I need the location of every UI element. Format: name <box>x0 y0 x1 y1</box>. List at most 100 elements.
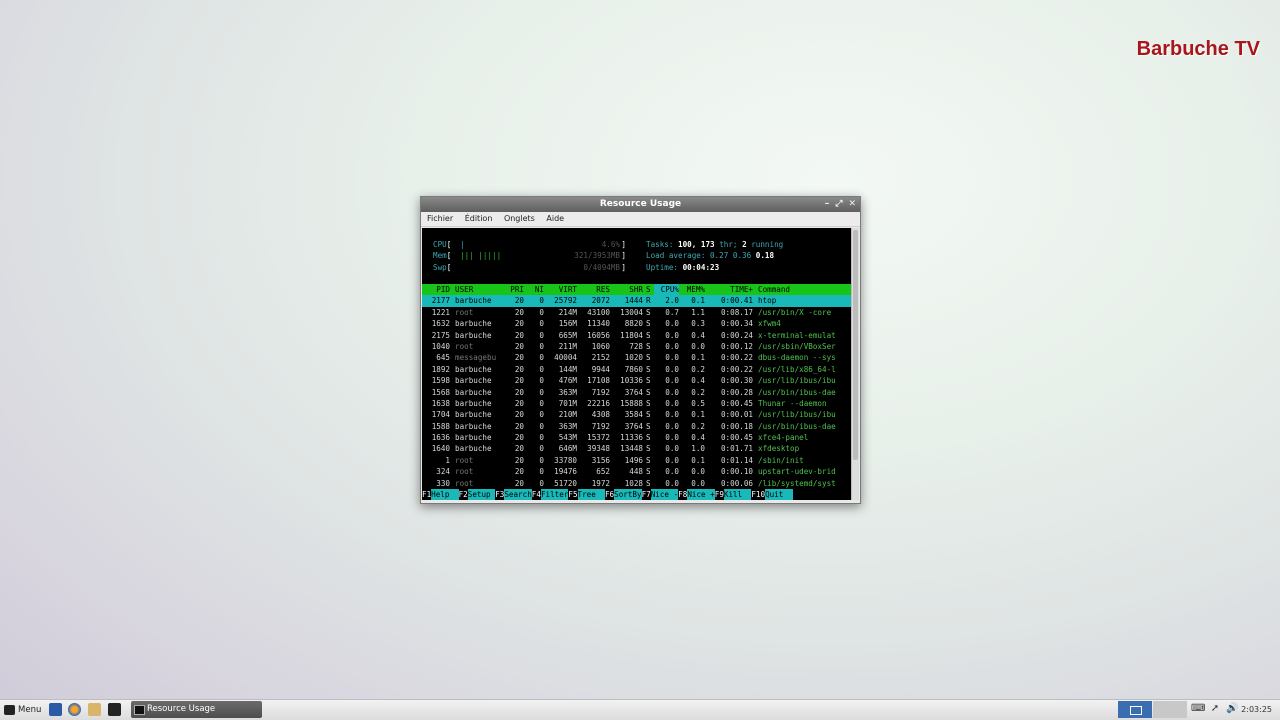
fkey-f1[interactable]: F1 Help <box>422 489 459 500</box>
cell-time: 0:00.12 <box>720 341 753 351</box>
load-label: Load average: <box>646 251 706 261</box>
cell-mem: 0.0 <box>691 467 705 477</box>
menu-icon <box>4 705 15 715</box>
cell-mem: 0.3 <box>691 319 705 329</box>
start-menu-label: Menu <box>18 705 42 715</box>
cell-res: 16056 <box>587 330 610 340</box>
cell-time: 0:00.10 <box>720 467 753 477</box>
terminal-area[interactable]: CPU[ | 4.6% ] Mem[ ||| ||||| 321/3953MB … <box>422 228 851 500</box>
minimize-icon[interactable]: – <box>825 197 830 212</box>
column-header-pri[interactable]: PRI <box>502 284 524 295</box>
cell-pid: 645 <box>436 353 450 363</box>
keyboard-icon[interactable]: ⌨ <box>1191 703 1205 715</box>
mem-meter-value: 321/3953MB <box>574 251 620 261</box>
menu-aide[interactable]: Aide <box>546 214 564 223</box>
process-row[interactable]: 2175 barbuche 20 0 665M 16056 11804 S 0.0 0.4 0:00… <box>422 330 851 341</box>
files-launcher-icon[interactable] <box>88 703 101 716</box>
column-header-time[interactable]: TIME+ <box>707 284 753 295</box>
terminal-launcher-icon[interactable] <box>108 703 121 716</box>
process-row[interactable]: 1568 barbuche 20 0 363M 7192 3764 S 0.0 0.2 0:00.2… <box>422 387 851 398</box>
cell-state: S <box>646 444 651 454</box>
fkey-f3[interactable]: F3 Search <box>495 489 532 500</box>
process-row[interactable]: 1221 root 20 0 214M 43100 13004 S 0.7 1.1 0:08.17/… <box>422 307 851 318</box>
close-icon[interactable]: ✕ <box>848 197 856 212</box>
cell-pid: 1 <box>445 455 450 465</box>
network-icon[interactable]: ➚ <box>1209 703 1221 715</box>
maximize-icon[interactable]: ⤢ <box>835 197 842 212</box>
process-row[interactable]: 1040 root 20 0 211M 1060 728 S 0.0 0.0 0:00.12/usr… <box>422 341 851 352</box>
column-header-mem[interactable]: MEM% <box>680 284 705 295</box>
cell-mem: 0.5 <box>691 398 705 408</box>
fkey-f7[interactable]: F7 Nice - <box>642 489 679 500</box>
column-header-state[interactable]: S <box>646 284 654 295</box>
column-header-res[interactable]: RES <box>577 284 610 295</box>
menu-edition[interactable]: Édition <box>465 214 493 223</box>
process-row[interactable]: 1632 barbuche 20 0 156M 11340 8820 S 0.0 0.3 0:00.… <box>422 318 851 329</box>
menu-fichier[interactable]: Fichier <box>427 214 453 223</box>
cell-shr: 1496 <box>624 455 643 465</box>
clock[interactable]: 2:03:25 <box>1241 700 1272 720</box>
column-header-pid[interactable]: PID <box>422 284 450 295</box>
window-titlebar[interactable]: Resource Usage – ⤢ ✕ <box>421 197 860 212</box>
fkey-f8[interactable]: F8 Nice + <box>678 489 715 500</box>
scrollbar-thumb[interactable] <box>853 230 858 460</box>
process-row[interactable]: 1704 barbuche 20 0 210M 4308 3584 S 0.0 0.1 0:00.0… <box>422 409 851 420</box>
process-row[interactable]: 2177 barbuche 20 0 25792 2072 1444 R 2.0 0.1 0:00.… <box>422 295 851 307</box>
start-menu-button[interactable]: Menu <box>2 702 41 718</box>
fkey-f10[interactable]: F10 Quit <box>751 489 793 500</box>
process-row[interactable]: 1638 barbuche 20 0 701M 22216 15888 S 0.0 0.5 0:00… <box>422 398 851 409</box>
process-row[interactable]: 645 messagebu 20 0 40004 2152 1020 S 0.0 0.1 0:00.… <box>422 352 851 363</box>
cell-shr: 15888 <box>620 398 643 408</box>
cell-ni: 0 <box>539 421 544 431</box>
terminal-window[interactable]: Resource Usage – ⤢ ✕ Fichier Édition Ong… <box>420 196 861 504</box>
column-header-command[interactable]: Command <box>758 284 850 295</box>
process-row[interactable]: 324 root 20 0 19476 652 448 S 0.0 0.0 0:00.10 upsta… <box>422 466 851 477</box>
cell-shr: 728 <box>629 341 643 351</box>
fkey-f6[interactable]: F6 SortBy <box>605 489 642 500</box>
taskbar: Menu Resource Usage ⌨ ➚ 🔊 2:03:25 <box>0 699 1280 720</box>
fkey-f5[interactable]: F5 Tree <box>568 489 605 500</box>
taskbar-task-resource-usage[interactable]: Resource Usage <box>131 701 262 718</box>
fkey-f2[interactable]: F2 Setup <box>459 489 496 500</box>
process-row[interactable]: 330 root 20 0 51720 1972 1028 S 0.0 0.0 0:00.06/li… <box>422 478 851 489</box>
cell-pid: 2177 <box>431 296 450 306</box>
process-row[interactable]: 1588 barbuche 20 0 363M 7192 3764 S 0.0 0.2 0:00.1… <box>422 421 851 432</box>
workspace-1[interactable] <box>1118 701 1152 718</box>
cell-virt: 363M <box>558 387 577 397</box>
cell-state: S <box>646 467 651 477</box>
process-row[interactable]: 1640 barbuche 20 0 646M 39348 13448 S 0.0 1.0 0:01… <box>422 443 851 454</box>
cell-pri: 20 <box>514 307 524 317</box>
load-5: 0.36 <box>732 251 752 261</box>
column-header-ni[interactable]: NI <box>528 284 544 295</box>
cell-state: S <box>646 410 651 420</box>
cpu-meter-bar: | <box>460 240 465 249</box>
menu-onglets[interactable]: Onglets <box>504 214 535 223</box>
fkey-f4[interactable]: F4 Filter <box>532 489 569 500</box>
process-row[interactable]: 1 root 20 0 33780 3156 1496 S 0.0 0.1 0:01.14/sbin… <box>422 455 851 466</box>
workspace-2[interactable] <box>1153 701 1187 718</box>
running-count: 2 <box>742 240 747 249</box>
cell-command: /usr/lib/x86_64-l <box>758 364 836 374</box>
column-header-cpu[interactable]: CPU% <box>654 284 679 296</box>
cell-pri: 20 <box>514 421 524 431</box>
column-header-shr[interactable]: SHR <box>610 284 643 295</box>
cell-command: xfwm4 <box>758 319 781 329</box>
cell-mem: 0.1 <box>691 455 705 465</box>
process-row[interactable]: 1598 barbuche 20 0 476M 17108 10336 S 0.0 0.4 0:00… <box>422 375 851 386</box>
volume-icon[interactable]: 🔊 <box>1226 703 1238 715</box>
cell-cpu: 0.0 <box>665 319 679 329</box>
scrollbar[interactable] <box>851 228 859 500</box>
process-row[interactable]: 1892 barbuche 20 0 144M 9944 7860 S 0.0 0.2 0:00.2… <box>422 364 851 375</box>
process-row[interactable]: 1636 barbuche 20 0 543M 15372 11336 S 0.0 0.4 0:00… <box>422 432 851 443</box>
cpu-meter: CPU[ | 4.6% ] <box>433 240 626 249</box>
browser-launcher-icon[interactable] <box>68 703 81 716</box>
cell-cpu: 0.0 <box>665 330 679 340</box>
process-table-header[interactable]: PID USER PRI NI VIRT RES SHR S CPU% MEM% TIME+ Comm… <box>422 284 851 296</box>
cell-mem: 0.4 <box>691 376 705 386</box>
cell-res: 3156 <box>591 455 610 465</box>
mem-meter-label: Mem <box>433 251 447 261</box>
fkey-f9[interactable]: F9 Kill <box>715 489 752 500</box>
cell-command: /usr/bin/X -core <box>758 307 832 317</box>
column-header-virt[interactable]: VIRT <box>544 284 577 295</box>
desktop-launcher-icon[interactable] <box>49 703 62 716</box>
